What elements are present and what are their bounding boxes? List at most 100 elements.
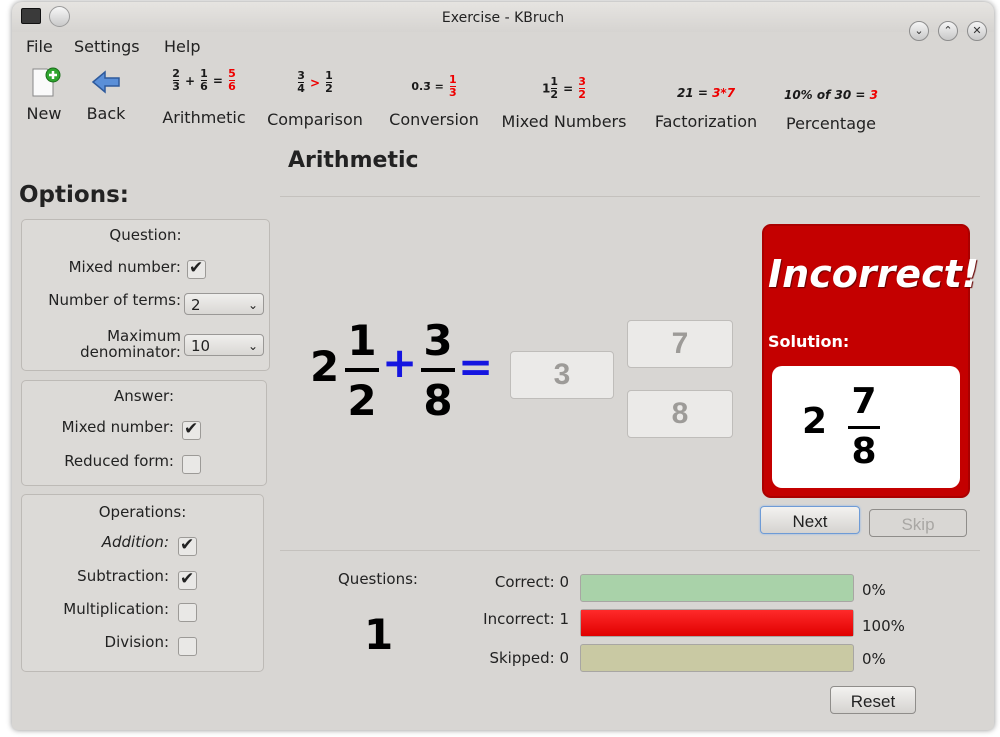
denominator-text: denominator: xyxy=(80,343,181,361)
fac-left: 21 = xyxy=(676,86,708,100)
cmp-b-den: 2 xyxy=(325,82,333,95)
answer-group: Answer: Mixed number: Reduced form: xyxy=(21,380,267,486)
task-b-numerator: 3 xyxy=(423,316,453,365)
mix-whole: 1 xyxy=(542,81,551,96)
comparison-tool[interactable]: 34 > 12 Comparison xyxy=(264,70,366,132)
back-button[interactable]: Back xyxy=(84,66,128,128)
menu-help[interactable]: Help xyxy=(164,37,200,56)
maximize-icon[interactable]: ⌃ xyxy=(938,21,958,41)
solution-label: Solution: xyxy=(768,332,850,351)
number-of-terms-label: Number of terms: xyxy=(48,291,181,309)
options-title: Options: xyxy=(19,182,129,208)
close-icon[interactable]: ✕ xyxy=(967,21,987,41)
ar-a-num: 2 xyxy=(172,67,180,80)
new-document-icon xyxy=(32,67,61,97)
task-a-fraction-bar xyxy=(345,368,379,372)
max-denominator-value: 10 xyxy=(191,337,211,355)
task-operator: + xyxy=(382,338,418,387)
mix-r-den: 2 xyxy=(578,88,586,101)
incorrect-progress-bar xyxy=(580,609,854,637)
ar-r-num: 5 xyxy=(228,67,236,80)
answer-numerator-input[interactable] xyxy=(627,320,733,368)
conversion-tool[interactable]: 0.3̄ = 13 Conversion xyxy=(384,74,484,132)
stats-divider xyxy=(280,550,980,551)
new-button[interactable]: New xyxy=(24,66,64,128)
conversion-label: Conversion xyxy=(389,110,479,129)
conversion-icon: 0.3̄ = 13 xyxy=(384,74,484,110)
answer-denominator-input[interactable] xyxy=(627,390,733,438)
chevron-down-icon: ⌄ xyxy=(247,339,258,353)
mixed-numbers-tool[interactable]: 11 2 = 32 Mixed Numbers xyxy=(500,76,628,134)
multiplication-label: Multiplication: xyxy=(63,600,169,618)
number-of-terms-select[interactable]: 2 ⌄ xyxy=(184,293,264,315)
reset-button[interactable]: Reset xyxy=(830,686,916,714)
question-group: Question: Mixed number: Number of terms:… xyxy=(21,219,270,371)
minimize-icon[interactable]: ⌄ xyxy=(909,21,929,41)
operations-group-title: Operations: xyxy=(98,503,187,521)
answer-mixed-number-checkbox[interactable] xyxy=(182,419,201,440)
menu-file[interactable]: File xyxy=(26,37,53,56)
number-of-terms-value: 2 xyxy=(191,296,201,314)
app-window: Exercise - KBruch ⌄ ⌃ ✕ File Settings He… xyxy=(12,2,994,730)
skip-button[interactable]: Skip xyxy=(869,509,967,537)
new-label: New xyxy=(26,104,62,123)
answer-mixed-number-label: Mixed number: xyxy=(61,418,174,436)
factorization-icon: 21 = 3*7 xyxy=(650,86,762,112)
back-arrow-icon xyxy=(91,70,120,94)
cmp-a-den: 4 xyxy=(297,82,305,95)
mixed-numbers-icon: 11 2 = 32 xyxy=(500,76,628,112)
back-label: Back xyxy=(86,104,126,123)
division-checkbox[interactable] xyxy=(178,637,197,656)
solution-whole: 2 xyxy=(802,401,828,442)
arithmetic-tool[interactable]: 23 + 16 = 56 Arithmetic xyxy=(154,68,254,130)
arithmetic-label: Arithmetic xyxy=(162,108,246,127)
conv-r-den: 3 xyxy=(448,86,457,99)
operations-group: Operations: Addition: Subtraction: Multi… xyxy=(21,494,264,672)
max-denominator-label: Maximum denominator: xyxy=(80,328,181,360)
reduced-form-checkbox[interactable] xyxy=(182,455,201,474)
comparison-label: Comparison xyxy=(267,110,363,129)
mix-a-num: 1 xyxy=(550,75,559,88)
solution-fraction-bar xyxy=(848,426,880,429)
task-b-denominator: 8 xyxy=(423,376,453,425)
window-title: Exercise - KBruch xyxy=(441,10,565,26)
menu-settings[interactable]: Settings xyxy=(74,37,140,56)
page-title: Arithmetic xyxy=(288,148,419,173)
mix-r-num: 3 xyxy=(578,75,586,88)
answer-group-title: Answer: xyxy=(113,387,175,405)
answer-whole-input[interactable] xyxy=(510,351,614,399)
subtraction-label: Subtraction: xyxy=(77,567,169,585)
conv-r-num: 1 xyxy=(448,73,457,86)
title-bar: Exercise - KBruch xyxy=(12,2,994,32)
percentage-tool[interactable]: 10% of 30 = 3 Percentage xyxy=(774,88,888,138)
questions-count: 1 xyxy=(364,610,394,659)
result-panel: Incorrect! Solution: 2 7 8 xyxy=(762,224,979,498)
solution-box: 2 7 8 xyxy=(772,366,960,488)
pct-right: 3 xyxy=(869,88,879,102)
subtraction-checkbox[interactable] xyxy=(178,569,197,590)
mixed-numbers-label: Mixed Numbers xyxy=(501,112,627,131)
ar-b-den: 6 xyxy=(200,80,208,93)
question-group-title: Question: xyxy=(109,226,182,244)
task-whole: 2 xyxy=(310,342,340,391)
percentage-label: Percentage xyxy=(785,114,876,133)
multiplication-checkbox[interactable] xyxy=(178,603,197,622)
skipped-percent: 0% xyxy=(862,650,886,668)
task-b-fraction-bar xyxy=(421,368,455,372)
pct-left: 10% of 30 = xyxy=(783,88,866,102)
factorization-tool[interactable]: 21 = 3*7 Factorization xyxy=(650,86,762,136)
incorrect-label: Incorrect: 1 xyxy=(483,610,569,628)
solution-numerator: 7 xyxy=(851,381,877,422)
mix-a-den: 2 xyxy=(550,88,559,101)
max-denominator-select[interactable]: 10 ⌄ xyxy=(184,334,264,356)
result-status: Incorrect! xyxy=(768,252,980,296)
next-button[interactable]: Next xyxy=(760,506,860,534)
incorrect-percent: 100% xyxy=(862,617,905,635)
skipped-label: Skipped: 0 xyxy=(489,649,569,667)
division-label: Division: xyxy=(104,633,169,651)
question-mixed-number-checkbox[interactable] xyxy=(187,258,206,279)
reduced-form-label: Reduced form: xyxy=(64,452,174,470)
arithmetic-icon: 23 + 16 = 56 xyxy=(154,68,254,108)
addition-checkbox[interactable] xyxy=(178,535,197,556)
incorrect-fill xyxy=(581,610,853,636)
